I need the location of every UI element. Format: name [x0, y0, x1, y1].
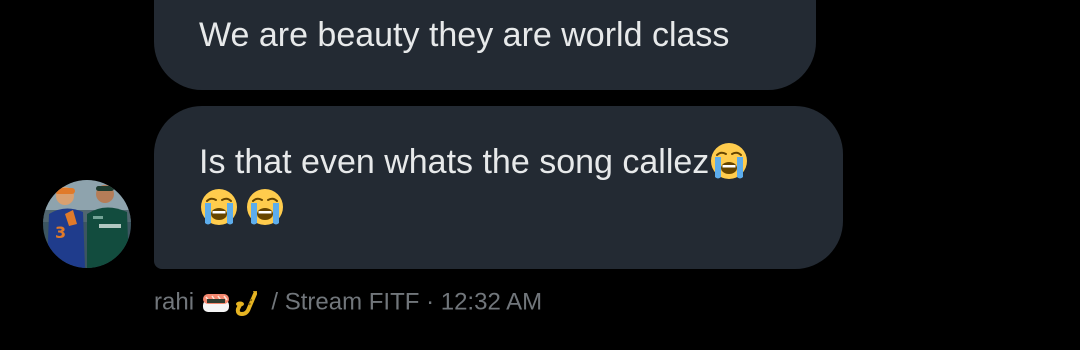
loudly-crying-face-icon — [246, 188, 284, 226]
loudly-crying-face-icon — [710, 142, 749, 180]
saxophone-icon — [233, 288, 259, 316]
current-message-bubble[interactable]: Is that even whats the song callez — [154, 106, 843, 269]
sender-name-suffix: / Stream FITF — [271, 288, 420, 316]
message-meta: rahi / Stream FITF · 12:32 AM — [154, 285, 542, 319]
message-line-1: Is that even whats the song callez — [199, 139, 803, 185]
loudly-crying-face-icon — [200, 188, 238, 226]
meta-separator: · — [426, 288, 435, 316]
previous-message-text: We are beauty they are world class — [199, 16, 730, 54]
sender-name[interactable]: rahi — [154, 289, 194, 316]
message-timestamp: 12:32 AM — [440, 288, 543, 316]
avatar[interactable]: 3 — [43, 180, 131, 268]
message-text: Is that even whats the song callez — [199, 143, 710, 181]
svg-text:3: 3 — [55, 223, 66, 242]
profile-photo-icon: 3 — [43, 180, 131, 268]
sushi-icon — [201, 292, 230, 313]
message-line-2 — [199, 185, 803, 231]
previous-message-bubble[interactable]: We are beauty they are world class — [154, 0, 816, 90]
